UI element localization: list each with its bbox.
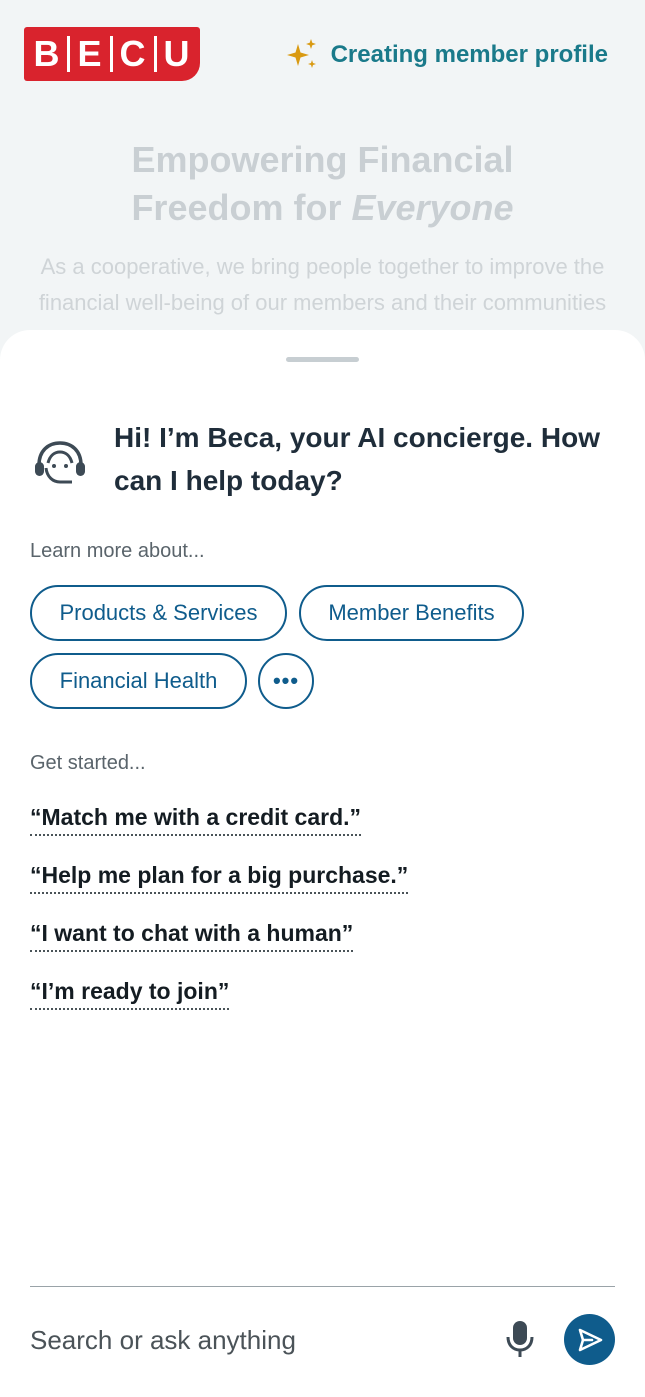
prompt-big-purchase[interactable]: “Help me plan for a big purchase.” xyxy=(30,860,409,894)
chip-products-services[interactable]: Products & Services xyxy=(30,585,287,641)
send-button[interactable] xyxy=(564,1314,615,1365)
hero-title-prefix: Freedom for xyxy=(131,187,352,228)
get-started-label: Get started... xyxy=(30,752,146,774)
prompt-ready-to-join[interactable]: “I’m ready to join” xyxy=(30,976,230,1010)
more-topics-button[interactable]: ••• xyxy=(258,653,314,709)
logo-separator xyxy=(153,36,157,72)
hero-title-line1: Empowering Financial xyxy=(131,139,514,180)
logo-letter-e: E xyxy=(77,33,103,74)
send-icon xyxy=(578,1328,602,1351)
hero-title-line2: Freedom for Everyone xyxy=(0,184,645,232)
hero-title-emphasis: Everyone xyxy=(351,187,514,228)
search-input[interactable] xyxy=(30,1320,480,1360)
assistant-sheet: Hi! I’m Beca, your AI concierge. How can… xyxy=(0,330,645,1397)
sparkle-icon xyxy=(286,39,316,68)
chip-financial-health[interactable]: Financial Health xyxy=(30,653,247,709)
prompt-credit-card[interactable]: “Match me with a credit card.” xyxy=(30,802,362,836)
sheet-drag-handle[interactable] xyxy=(286,357,359,362)
chip-member-benefits[interactable]: Member Benefits xyxy=(299,585,524,641)
page: B E C U Creating member profile Empoweri… xyxy=(0,0,645,1397)
greeting-message: Hi! I’m Beca, your AI concierge. How can… xyxy=(114,422,600,496)
logo-letter-b: B xyxy=(33,33,61,74)
learn-more-label: Learn more about... xyxy=(30,540,205,562)
input-divider xyxy=(30,1286,615,1287)
status-text: Creating member profile xyxy=(330,41,608,68)
logo-separator xyxy=(67,36,71,72)
prompt-chat-human[interactable]: “I want to chat with a human” xyxy=(30,918,354,952)
profile-status: Creating member profile xyxy=(285,36,608,74)
logo-letter-c: C xyxy=(119,33,147,74)
microphone-icon[interactable] xyxy=(504,1319,536,1359)
logo-letter-u: U xyxy=(163,33,191,74)
becu-logo[interactable]: B E C U xyxy=(24,27,200,81)
concierge-avatar-icon xyxy=(35,441,85,484)
hero-subtitle: As a cooperative, we bring people togeth… xyxy=(38,254,607,315)
hero-title: Empowering Financial Freedom for Everyon… xyxy=(0,136,645,232)
logo-separator xyxy=(109,36,113,72)
